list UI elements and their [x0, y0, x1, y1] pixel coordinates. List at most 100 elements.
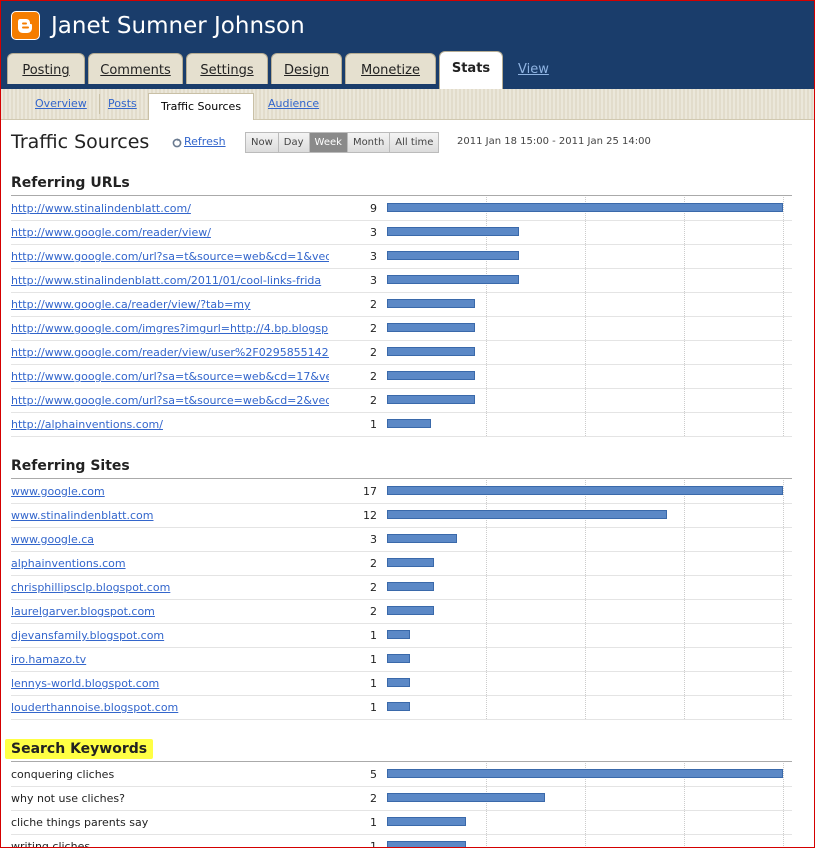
grid-line [486, 672, 487, 695]
grid-line [684, 365, 685, 388]
grid-line [684, 528, 685, 551]
subtab-posts[interactable]: Posts [96, 94, 150, 114]
count-bar [387, 419, 431, 428]
section-referring-sites: Referring Sites www.google.com 17 www.stina… [11, 456, 792, 720]
source-link[interactable]: louderthannoise.blogspot.com [11, 701, 329, 714]
tab-posting[interactable]: Posting [7, 53, 85, 84]
bar-track [387, 389, 784, 412]
traffic-row: www.stinalindenblatt.com 12 [11, 504, 792, 528]
grid-line [783, 624, 784, 647]
bar-track [387, 835, 784, 847]
grid-line [684, 293, 685, 316]
source-link[interactable]: alphainventions.com [11, 557, 329, 570]
subtab-overview[interactable]: Overview [23, 94, 100, 114]
visit-count: 3 [370, 274, 377, 287]
source-link[interactable]: www.stinalindenblatt.com [11, 509, 329, 522]
tab-settings[interactable]: Settings [186, 53, 268, 84]
source-link[interactable]: http://www.google.ca/reader/view/?tab=my [11, 298, 329, 311]
keyword-label: conquering cliches [11, 768, 115, 781]
stats-page: Janet Sumner Johnson Posting Comments Se… [0, 0, 815, 848]
bar-track [387, 504, 784, 527]
traffic-row: iro.hamazo.tv 1 [11, 648, 792, 672]
grid-line [585, 365, 586, 388]
period-now[interactable]: Now [246, 133, 279, 152]
grid-line [684, 696, 685, 719]
grid-line [486, 696, 487, 719]
section-divider [11, 478, 792, 479]
grid-line [585, 269, 586, 292]
source-link[interactable]: laurelgarver.blogspot.com [11, 605, 329, 618]
section-referring-urls: Referring URLs http://www.stinalindenblat… [11, 173, 792, 437]
section-title: Search Keywords [5, 739, 154, 759]
grid-line [783, 528, 784, 551]
grid-line [684, 504, 685, 527]
keyword-label: cliche things parents say [11, 816, 149, 829]
traffic-row: writing cliches 1 [11, 835, 792, 847]
source-link[interactable]: iro.hamazo.tv [11, 653, 329, 666]
blog-title[interactable]: Janet Sumner Johnson [51, 11, 305, 41]
period-week[interactable]: Week [309, 133, 348, 152]
source-link[interactable]: http://www.google.com/url?sa=t&source=we… [11, 250, 329, 263]
refresh-icon[interactable] [172, 138, 182, 148]
source-link[interactable]: djevansfamily.blogspot.com [11, 629, 329, 642]
source-link[interactable]: http://alphainventions.com/ [11, 418, 329, 431]
source-link[interactable]: http://www.google.com/reader/view/ [11, 226, 329, 239]
bar-track [387, 480, 784, 503]
keyword-label: why not use cliches? [11, 792, 125, 805]
bar-track [387, 245, 784, 268]
grid-line [486, 600, 487, 623]
grid-line [684, 552, 685, 575]
traffic-row: http://www.google.com/reader/view/3 [11, 221, 792, 245]
source-link[interactable]: http://www.google.com/url?sa=t&source=we… [11, 394, 329, 407]
grid-line [783, 576, 784, 599]
grid-line [585, 341, 586, 364]
grid-line [486, 552, 487, 575]
visit-count: 2 [370, 605, 377, 618]
period-month[interactable]: Month [347, 133, 391, 152]
source-link[interactable]: http://www.stinalindenblatt.com/2011/01/… [11, 274, 329, 287]
traffic-row: http://www.google.com/url?sa=t&source=we… [11, 389, 792, 413]
count-bar [387, 227, 519, 236]
traffic-row: http://www.stinalindenblatt.com/9 [11, 197, 792, 221]
source-link[interactable]: www.google.com [11, 485, 329, 498]
source-link[interactable]: lennys-world.blogspot.com [11, 677, 329, 690]
count-bar [387, 534, 457, 543]
traffic-row: lennys-world.blogspot.com 1 [11, 672, 792, 696]
visit-count: 1 [370, 418, 377, 431]
grid-line [783, 317, 784, 340]
tab-stats[interactable]: Stats [439, 51, 503, 89]
grid-line [486, 648, 487, 671]
source-link[interactable]: http://www.google.com/reader/view/user%2… [11, 346, 329, 359]
grid-line [585, 552, 586, 575]
grid-line [486, 389, 487, 412]
tab-comments[interactable]: Comments [88, 53, 183, 84]
subtab-traffic-sources[interactable]: Traffic Sources [148, 93, 255, 120]
refresh-link[interactable]: Refresh [184, 135, 226, 148]
source-link[interactable]: http://www.google.com/imgres?imgurl=http… [11, 322, 329, 335]
section-search-keywords: Search Keywords conquering cliches 5 why no… [5, 739, 792, 847]
period-all-time[interactable]: All time [390, 133, 439, 152]
count-bar [387, 678, 410, 687]
grid-line [684, 576, 685, 599]
tab-design[interactable]: Design [271, 53, 342, 84]
source-link[interactable]: http://www.stinalindenblatt.com/ [11, 202, 329, 215]
blogger-logo-icon[interactable] [11, 11, 40, 40]
grid-line [684, 245, 685, 268]
grid-line [783, 552, 784, 575]
bar-track [387, 221, 784, 244]
count-bar [387, 630, 410, 639]
period-selector: Now Day Week Month All time [245, 132, 440, 153]
subtab-audience[interactable]: Audience [256, 94, 331, 114]
traffic-row: http://www.google.com/url?sa=t&source=we… [11, 365, 792, 389]
bar-track [387, 811, 784, 834]
tab-monetize[interactable]: Monetize [345, 53, 436, 84]
grid-line [585, 317, 586, 340]
period-day[interactable]: Day [278, 133, 310, 152]
source-link[interactable]: chrisphillipsclp.blogspot.com [11, 581, 329, 594]
view-blog-link[interactable]: View Blog [518, 53, 549, 110]
visit-count: 3 [370, 533, 377, 546]
source-link[interactable]: http://www.google.com/url?sa=t&source=we… [11, 370, 329, 383]
source-link[interactable]: www.google.ca [11, 533, 329, 546]
grid-line [783, 269, 784, 292]
traffic-row: cliche things parents say 1 [11, 811, 792, 835]
